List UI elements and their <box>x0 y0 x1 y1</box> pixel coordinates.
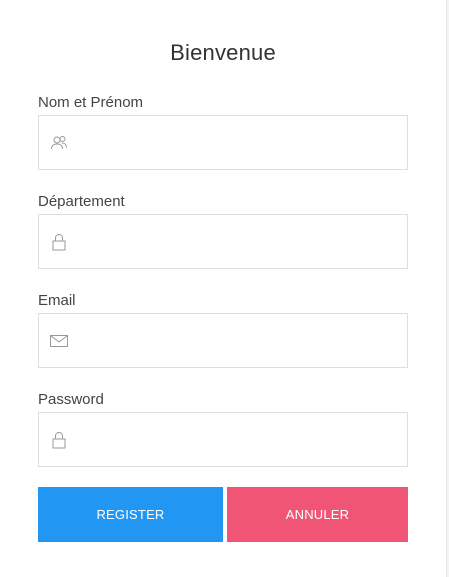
registration-page: Bienvenue Nom et Prénom Département Emai… <box>0 0 449 577</box>
form-title: Bienvenue <box>170 40 276 65</box>
fullname-input[interactable] <box>77 116 407 169</box>
department-label: Département <box>38 193 125 210</box>
email-field[interactable] <box>38 313 408 368</box>
lock-icon <box>49 232 69 252</box>
fullname-label: Nom et Prénom <box>38 94 144 111</box>
envelope-icon <box>49 331 69 351</box>
password-field[interactable] <box>38 412 408 467</box>
cancel-button[interactable]: ANNULER <box>227 487 408 542</box>
fullname-field[interactable] <box>38 115 408 170</box>
lock-icon <box>49 430 69 450</box>
password-input[interactable] <box>77 413 407 466</box>
register-button[interactable]: REGISTER <box>38 487 223 542</box>
department-field[interactable] <box>38 214 408 269</box>
department-input[interactable] <box>77 215 407 268</box>
password-label: Password <box>38 391 104 408</box>
users-icon <box>49 133 69 153</box>
email-input[interactable] <box>77 314 407 367</box>
email-label: Email <box>38 292 76 309</box>
